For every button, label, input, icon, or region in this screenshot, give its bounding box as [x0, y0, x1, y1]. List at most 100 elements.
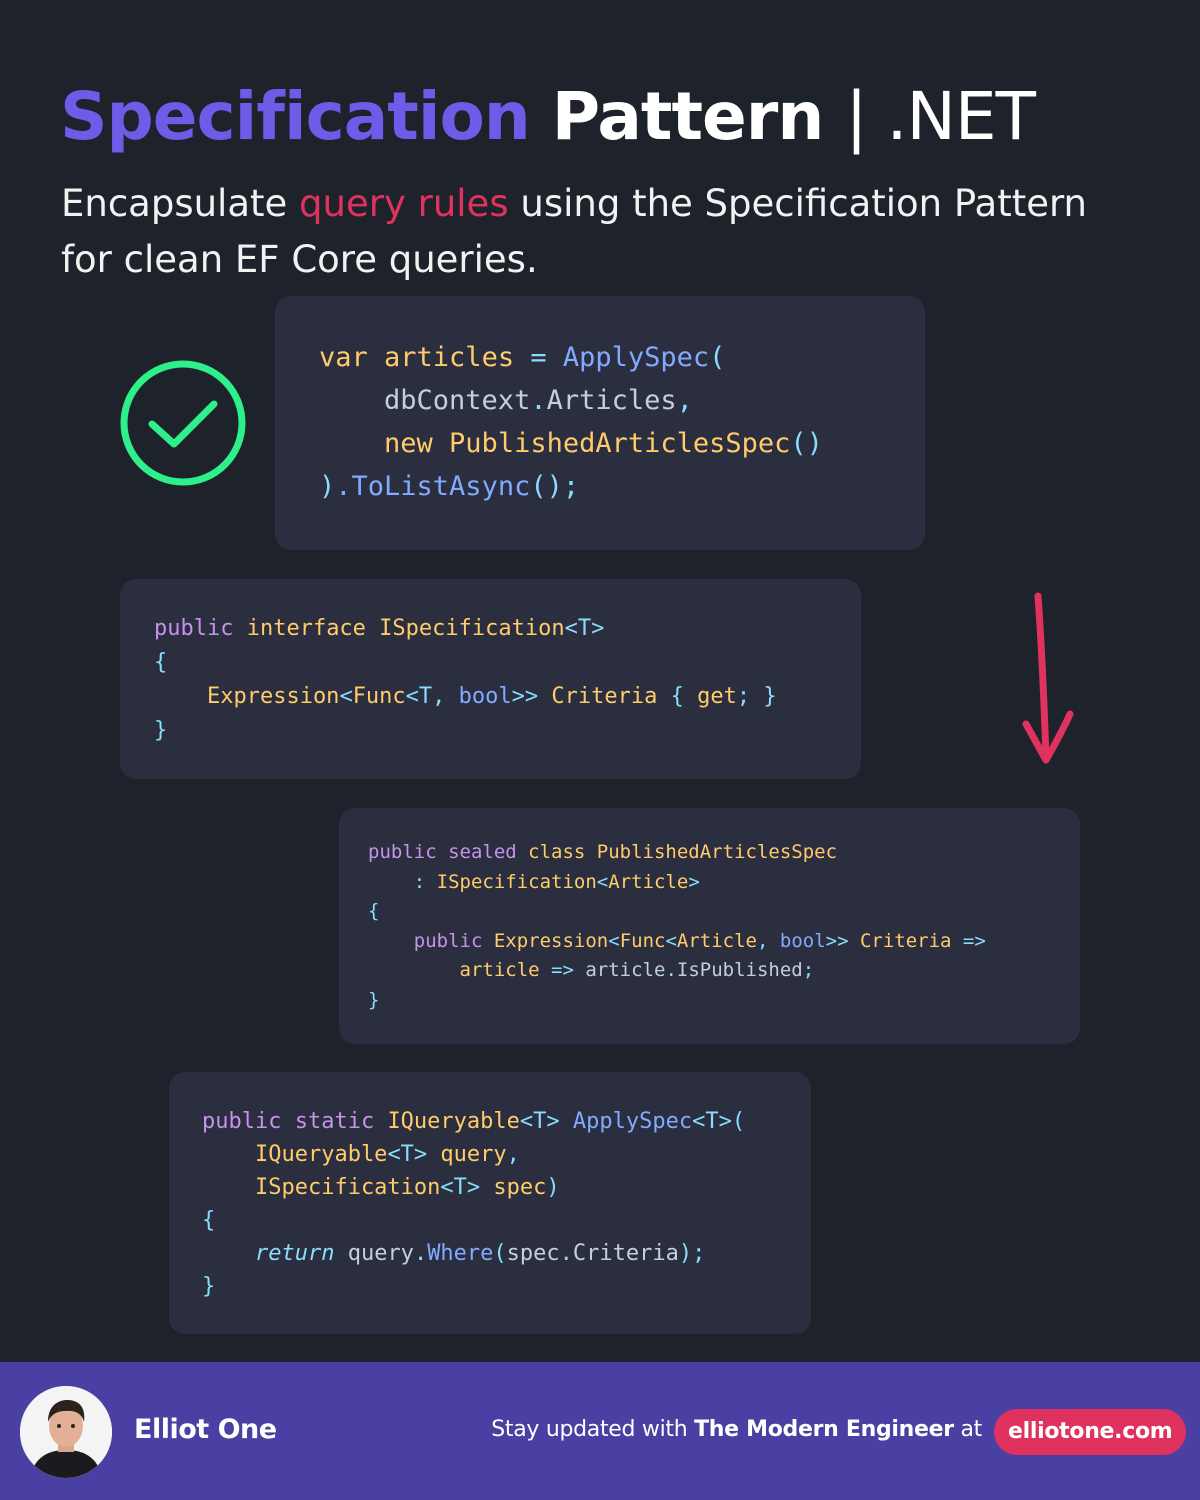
code-card-specification: public sealed class PublishedArticlesSpe…	[339, 808, 1080, 1044]
code-token: ApplySpec	[562, 342, 710, 373]
code-token: .	[559, 1241, 573, 1266]
code-token: PublishedArticlesSpec	[596, 841, 838, 863]
code-token: var	[319, 342, 385, 373]
code-token: ,	[506, 1142, 520, 1167]
code-token: articles	[384, 342, 531, 373]
code-token: <T,	[405, 684, 459, 709]
code-token: IQueryable	[202, 1142, 388, 1167]
code-token: }	[202, 1274, 216, 1299]
code-line: public Expression<Func<Article, bool>> C…	[368, 927, 1080, 957]
code-token: public	[202, 1109, 295, 1134]
code-token: IQueryable	[387, 1109, 520, 1134]
code-token: <	[596, 870, 609, 893]
code-token: )	[319, 471, 336, 502]
code-token: .	[413, 1241, 428, 1266]
code-token: <	[339, 684, 353, 709]
code-token: Criteria	[572, 1241, 679, 1266]
code-token: <	[665, 929, 677, 952]
code-token: Where	[427, 1241, 494, 1266]
page-title: Specification Pattern | .NET	[60, 78, 1036, 155]
code-line: public interface ISpecification<T>	[154, 612, 861, 646]
code-token: .	[665, 959, 677, 981]
code-token: ISpecification	[379, 616, 565, 641]
cta-pre: Stay updated with	[491, 1417, 695, 1442]
code-token: =>	[962, 929, 986, 952]
code-token: >>	[511, 684, 552, 709]
code-line: IQueryable<T> query,	[202, 1138, 811, 1171]
code-line: Expression<Func<T, bool>> Criteria { get…	[154, 680, 861, 714]
code-token: bool	[779, 929, 826, 952]
subtitle-pre: Encapsulate	[61, 182, 300, 225]
code-token: <T>(	[692, 1109, 746, 1134]
code-token: <T>	[387, 1142, 441, 1167]
code-token: >>	[825, 929, 860, 952]
code-line: public static IQueryable<T> ApplySpec<T>…	[202, 1105, 811, 1138]
code-token: Expression	[493, 929, 609, 952]
code-token: public	[368, 929, 494, 952]
title-part-specification: Specification	[60, 78, 531, 155]
code-token: article	[585, 959, 666, 981]
site-link[interactable]: elliotone.com	[994, 1409, 1187, 1455]
code-token: {	[154, 650, 168, 675]
code-token: Articles	[546, 385, 677, 416]
down-arrow-icon	[1022, 592, 1074, 764]
code-token: }	[368, 988, 380, 1011]
code-card-usage: var articles = ApplySpec( dbContext.Arti…	[275, 296, 925, 550]
code-token: public	[368, 841, 449, 863]
code-token: =>	[551, 959, 586, 981]
code-card-apply-spec: public static IQueryable<T> ApplySpec<T>…	[169, 1072, 811, 1334]
code-token: sealed	[448, 841, 529, 863]
title-part-pattern: Pattern	[551, 78, 825, 155]
code-token: static	[294, 1109, 388, 1134]
code-line: {	[202, 1204, 811, 1237]
code-token: class	[528, 841, 597, 863]
code-line: }	[202, 1270, 811, 1303]
code-token: {	[670, 684, 698, 709]
code-token: ();	[530, 471, 580, 502]
code-token: ApplySpec	[572, 1109, 693, 1134]
code-token: >	[688, 870, 700, 893]
code-line: return query.Where(spec.Criteria);	[202, 1237, 811, 1270]
code-token: Criteria	[551, 684, 671, 709]
check-circle-icon	[120, 360, 246, 486]
footer-cta: Stay updated with The Modern Engineer at	[491, 1417, 982, 1442]
code-token: {	[202, 1208, 216, 1233]
code-token: query	[440, 1142, 507, 1167]
code-token: )	[546, 1175, 560, 1200]
code-token: Article	[608, 870, 689, 893]
code-token: article	[368, 959, 552, 981]
code-token: (	[493, 1241, 507, 1266]
code-token: ISpecification	[436, 870, 597, 893]
code-token: ,	[756, 929, 780, 952]
title-part-dotnet: | .NET	[845, 78, 1036, 155]
code-token: <T>	[519, 1109, 573, 1134]
code-line: var articles = ApplySpec(	[319, 336, 925, 379]
code-token: get	[697, 684, 737, 709]
subtitle: Encapsulate query rules using the Specif…	[61, 176, 1141, 288]
code-line: new PublishedArticlesSpec()	[319, 422, 925, 465]
code-line: : ISpecification<Article>	[368, 868, 1080, 898]
code-line: dbContext.Articles,	[319, 379, 925, 422]
code-token: =	[530, 342, 563, 373]
code-token: ; }	[736, 684, 777, 709]
avatar-photo	[20, 1386, 112, 1478]
cta-post: at	[953, 1417, 982, 1442]
code-token: dbContext	[319, 385, 531, 416]
code-token: Expression	[154, 684, 340, 709]
code-line: public sealed class PublishedArticlesSpe…	[368, 838, 1080, 868]
code-token: Article	[676, 929, 757, 952]
code-token: public	[154, 616, 247, 641]
code-token: );	[678, 1241, 706, 1266]
footer-bar: Elliot One Stay updated with The Modern …	[0, 1362, 1200, 1500]
code-token: <T>	[564, 616, 605, 641]
code-token: }	[154, 718, 168, 743]
code-token: return	[202, 1241, 348, 1266]
code-token: ISpecification	[202, 1175, 441, 1200]
code-token: ;	[802, 959, 815, 981]
code-line: article => article.IsPublished;	[368, 956, 1080, 986]
code-token: :	[368, 870, 437, 893]
code-token: spec	[493, 1175, 547, 1200]
cta-brand: The Modern Engineer	[694, 1417, 954, 1442]
code-token: PublishedArticlesSpec	[449, 428, 791, 459]
code-token: ,	[676, 385, 693, 416]
